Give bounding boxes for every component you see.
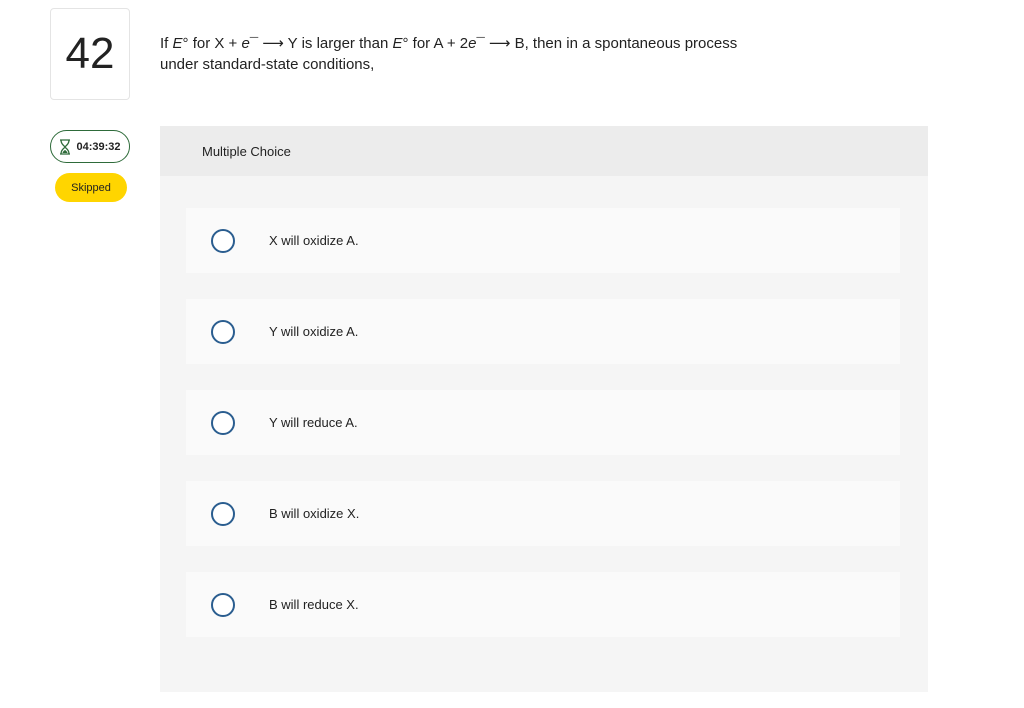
radio-button[interactable] xyxy=(211,410,235,435)
timer-value: 04:39:32 xyxy=(76,140,121,153)
option-label: Y will reduce A. xyxy=(269,415,358,430)
question-text-part: E xyxy=(172,35,183,52)
question-text-part: E xyxy=(392,35,403,52)
option-label: B will reduce X. xyxy=(269,597,359,612)
status-badge: Skipped xyxy=(55,173,127,202)
radio-button[interactable] xyxy=(211,228,235,253)
question-text: If E° for X + e¯ ⟶ Y is larger than E° f… xyxy=(160,33,760,75)
option-label: Y will oxidize A. xyxy=(269,324,359,339)
option-1[interactable]: X will oxidize A. xyxy=(186,208,900,273)
option-4[interactable]: B will oxidize X. xyxy=(186,481,900,546)
radio-button[interactable] xyxy=(211,501,235,526)
panel-header: Multiple Choice xyxy=(160,126,928,176)
question-text-part: If xyxy=(160,35,173,52)
question-text-part: e xyxy=(241,35,250,52)
question-text-part: ° for A + 2 xyxy=(402,35,469,52)
question-page: 42 If E° for X + e¯ ⟶ Y is larger than E… xyxy=(0,0,1024,708)
radio-button[interactable] xyxy=(211,319,235,344)
option-2[interactable]: Y will oxidize A. xyxy=(186,299,900,364)
question-text-part: ¯ ⟶ Y is larger than xyxy=(249,35,393,52)
option-label: X will oxidize A. xyxy=(269,233,359,248)
question-number: 42 xyxy=(50,8,130,100)
option-label: B will oxidize X. xyxy=(269,506,360,521)
timer: 04:39:32 xyxy=(50,130,130,163)
radio-button[interactable] xyxy=(211,592,235,617)
option-5[interactable]: B will reduce X. xyxy=(186,572,900,637)
hourglass-icon xyxy=(59,138,71,155)
question-text-part: ° for X + xyxy=(182,35,242,52)
answer-panel: Multiple Choice X will oxidize A. Y will… xyxy=(160,126,928,692)
option-3[interactable]: Y will reduce A. xyxy=(186,390,900,455)
